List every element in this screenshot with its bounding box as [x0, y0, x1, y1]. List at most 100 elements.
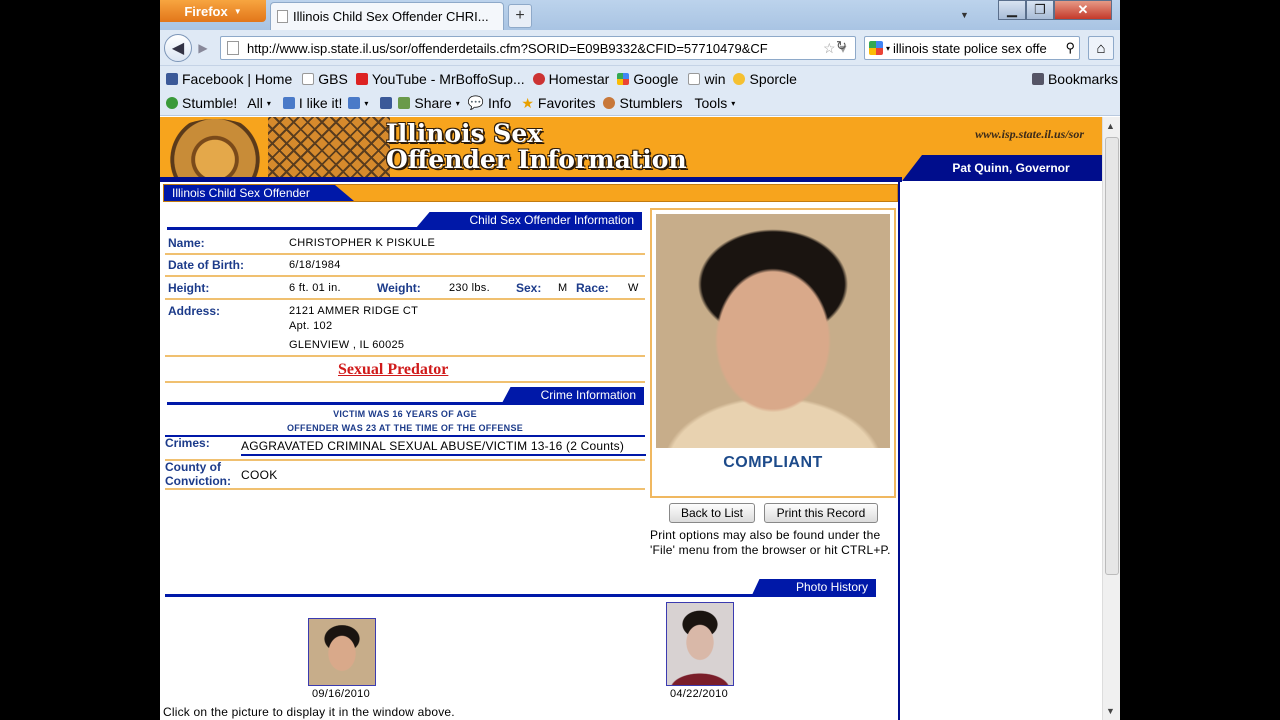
dropdown-arrow-icon: ▾ — [266, 98, 271, 108]
photo-date: 09/16/2010 — [311, 688, 371, 700]
scroll-up-icon[interactable]: ▲ — [1106, 121, 1115, 131]
i-like-it-label: I like it! — [298, 95, 343, 111]
all-label: All — [247, 95, 263, 111]
offender-age-note: OFFENDER WAS 23 AT THE TIME OF THE OFFEN… — [286, 423, 524, 433]
stumble-button[interactable]: Stumble! — [166, 95, 237, 111]
section-bar: Illinois Child Sex Offender — [163, 184, 898, 202]
row-divider — [165, 253, 645, 255]
crime-info-header: Crime Information — [502, 387, 644, 403]
search-box[interactable]: ▾ illinois state police sex offe ⚲ — [864, 36, 1080, 60]
dropdown-arrow-icon: ▼ — [233, 6, 242, 16]
bookmark-label: YouTube - MrBoffoSup... — [371, 70, 525, 87]
address-label: Address: — [168, 304, 221, 318]
minimize-button[interactable]: ▁ — [998, 0, 1026, 20]
photo-thumbnail[interactable] — [308, 618, 376, 686]
county-label-line1: County of — [165, 460, 221, 474]
banner-divider — [160, 177, 902, 182]
photo-thumbnail[interactable] — [666, 602, 734, 686]
row-divider — [165, 488, 645, 490]
people-icon — [603, 97, 616, 109]
firefox-label: Firefox — [184, 3, 228, 19]
sexual-predator-link[interactable]: Sexual Predator — [338, 361, 448, 379]
bookmarks-icon — [1031, 72, 1044, 85]
stumblers-button[interactable]: Stumblers — [603, 95, 683, 111]
sex-label: Sex: — [516, 281, 542, 295]
tools-label: Tools — [694, 95, 728, 111]
info-button[interactable]: 💬 Info — [468, 95, 512, 111]
url-bar[interactable]: http://www.isp.state.il.us/sor/offenderd… — [220, 36, 856, 60]
url-text: http://www.isp.state.il.us/sor/offenderd… — [247, 40, 768, 56]
bookmarks-toolbar: Facebook | Home GBS YouTube - MrBoffoSup… — [160, 66, 1120, 91]
firefox-menu-button[interactable]: Firefox ▼ — [160, 0, 266, 22]
scroll-down-icon[interactable]: ▼ — [1106, 706, 1115, 716]
bookmark-google[interactable]: Google — [617, 71, 678, 87]
bookmarks-menu-label: Bookmarks — [1047, 70, 1118, 87]
new-tab-button[interactable]: + — [508, 4, 532, 28]
scroll-thumb[interactable] — [1105, 137, 1119, 575]
bookmark-win[interactable]: win — [688, 71, 725, 87]
county-label-line2: Conviction: — [165, 474, 231, 488]
back-to-list-button[interactable]: Back to List — [669, 503, 755, 523]
race-label: Race: — [576, 281, 609, 295]
bookmark-youtube[interactable]: YouTube - MrBoffoSup... — [355, 70, 525, 87]
photo-history-header: Photo History — [752, 579, 876, 595]
browser-tab[interactable]: Illinois Child Sex Offender CHRI... — [270, 2, 504, 30]
home-icon[interactable]: ⌂ — [1088, 36, 1114, 60]
page-icon — [277, 10, 288, 23]
google-icon — [869, 41, 883, 55]
row-divider — [165, 459, 645, 461]
row-divider — [165, 298, 645, 300]
back-arrow-icon[interactable]: ◀ — [164, 34, 192, 62]
header-rule — [167, 402, 644, 405]
header-rule — [165, 435, 645, 437]
bookmark-gbs[interactable]: GBS — [302, 71, 348, 87]
stumbleupon-icon — [166, 97, 178, 109]
stumblers-label: Stumblers — [619, 95, 683, 111]
header-rule — [167, 227, 642, 230]
bookmarks-menu[interactable]: Bookmarks — [1031, 70, 1118, 87]
facebook-share-button[interactable] — [380, 97, 393, 109]
tab-list-arrow-icon[interactable]: ▼ — [960, 10, 969, 20]
photo-date: 04/22/2010 — [669, 688, 729, 700]
bookmark-sporcle[interactable]: Sporcle — [733, 70, 797, 87]
site-title-line1: Illinois Sex — [386, 119, 543, 148]
sex-value: M — [558, 282, 568, 294]
tools-menu[interactable]: Tools ▾ — [695, 95, 736, 111]
vertical-scrollbar[interactable]: ▲ ▼ — [1102, 117, 1120, 720]
share-button[interactable]: Share ▾ — [398, 95, 460, 111]
search-dropdown-icon[interactable]: ▾ — [886, 44, 890, 53]
offender-photo — [656, 214, 890, 448]
address-line1: 2121 AMMER RIDGE CT — [289, 305, 419, 317]
browser-window: Firefox ▼ Illinois Child Sex Offender CH… — [160, 0, 1120, 720]
page-icon — [227, 41, 239, 55]
forward-arrow-icon[interactable]: ▶ — [193, 39, 213, 57]
sporcle-icon — [733, 72, 746, 85]
crimes-underline — [241, 454, 646, 456]
info-label: Info — [487, 95, 512, 111]
search-icon[interactable]: ⚲ — [1061, 40, 1079, 56]
row-divider — [165, 355, 645, 357]
thumbs-down-button[interactable]: ▾ — [348, 97, 368, 109]
favorites-button[interactable]: ★ Favorites — [521, 95, 595, 112]
facebook-icon — [380, 97, 393, 109]
i-like-it-button[interactable]: I like it! — [282, 95, 343, 111]
reload-icon[interactable]: ↻ — [836, 38, 854, 58]
bookmark-facebook[interactable]: Facebook | Home — [166, 71, 292, 87]
bookmark-label: Sporcle — [749, 70, 797, 87]
close-button[interactable]: ✕ — [1054, 0, 1112, 20]
all-dropdown[interactable]: All ▾ — [247, 95, 271, 111]
site-title-line2: Offender Information — [386, 145, 687, 174]
page-icon — [688, 72, 701, 85]
dropdown-arrow-icon: ▾ — [364, 98, 369, 108]
star-icon: ★ — [521, 94, 534, 111]
maximize-button[interactable]: ❐ — [1026, 0, 1054, 20]
speech-bubble-icon: 💬 — [467, 95, 484, 110]
bookmark-label: Homestar — [548, 70, 610, 87]
bookmark-label: Facebook | Home — [182, 70, 293, 87]
bookmark-homestar[interactable]: Homestar — [532, 70, 610, 87]
site-url: www.isp.state.il.us/sor — [975, 127, 1084, 141]
print-record-button[interactable]: Print this Record — [764, 503, 878, 523]
victim-age-note: VICTIM WAS 16 YEARS OF AGE — [333, 409, 477, 419]
navigation-bar: ◀ ▶ http://www.isp.state.il.us/sor/offen… — [160, 30, 1120, 66]
crimes-value: AGGRAVATED CRIMINAL SEXUAL ABUSE/VICTIM … — [241, 439, 625, 453]
